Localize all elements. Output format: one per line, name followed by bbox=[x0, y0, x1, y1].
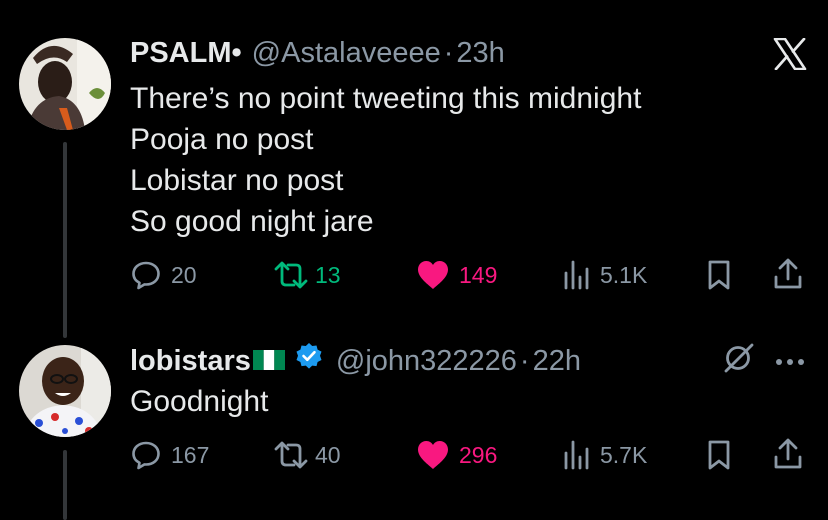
share-button[interactable] bbox=[772, 257, 804, 291]
share-button[interactable] bbox=[772, 437, 804, 471]
more-icon[interactable] bbox=[775, 353, 805, 371]
timestamp[interactable]: 22h bbox=[533, 345, 581, 378]
like-count: 296 bbox=[459, 441, 498, 468]
bookmark-icon bbox=[708, 260, 730, 290]
like-count: 149 bbox=[459, 261, 498, 288]
retweet-button[interactable]: 40 bbox=[273, 439, 341, 471]
views-icon bbox=[564, 440, 589, 470]
tweet-1-header: PSALM• @Astalaveeee · 23h bbox=[130, 37, 505, 70]
heart-icon bbox=[418, 441, 448, 469]
views-icon bbox=[564, 260, 589, 290]
x-logo-icon[interactable] bbox=[773, 37, 807, 75]
display-name[interactable]: PSALM• bbox=[130, 37, 242, 70]
views-button[interactable]: 5.7K bbox=[563, 439, 647, 471]
view-count: 5.1K bbox=[600, 261, 648, 288]
retweet-icon bbox=[274, 261, 308, 289]
separator: · bbox=[443, 37, 454, 69]
tweet-1-text: There’s no point tweeting this midnight … bbox=[130, 78, 641, 242]
reply-count: 20 bbox=[171, 261, 197, 288]
bookmark-icon bbox=[708, 440, 730, 470]
tweet-2-header: lobistars @john322226 · 22h bbox=[130, 342, 581, 378]
retweet-button[interactable]: 13 bbox=[273, 259, 341, 291]
heart-icon bbox=[418, 261, 448, 289]
tweet-line: There’s no point tweeting this midnight bbox=[130, 82, 642, 115]
reply-count: 167 bbox=[171, 441, 210, 468]
thread-line-top bbox=[63, 142, 67, 338]
tweet-line: So good night jare bbox=[130, 205, 374, 238]
view-count: 5.7K bbox=[600, 441, 648, 468]
avatar-psalm[interactable] bbox=[19, 38, 111, 130]
user-handle[interactable]: @john322226 bbox=[336, 345, 517, 378]
like-button[interactable]: 149 bbox=[416, 259, 497, 291]
timestamp[interactable]: 23h bbox=[456, 37, 504, 70]
tweet-1-actions: 20 13 149 5.1K bbox=[0, 255, 828, 295]
retweet-icon bbox=[274, 441, 308, 469]
separator: · bbox=[519, 345, 530, 377]
reply-icon bbox=[132, 261, 160, 290]
tweet-line: Lobistar no post bbox=[130, 164, 344, 197]
display-name[interactable]: lobistars bbox=[130, 345, 251, 378]
tweet-2-text: Goodnight bbox=[130, 381, 268, 422]
share-icon bbox=[774, 258, 802, 289]
tweet-line: Pooja no post bbox=[130, 123, 314, 156]
reply-icon bbox=[132, 441, 160, 470]
bookmark-button[interactable] bbox=[705, 439, 733, 471]
avatar-lobistars[interactable] bbox=[19, 345, 111, 437]
share-icon bbox=[774, 438, 802, 469]
grok-icon[interactable] bbox=[722, 342, 756, 379]
tweet-line: Goodnight bbox=[130, 385, 269, 418]
nigeria-flag-icon bbox=[252, 345, 285, 378]
tweet-2-actions: 167 40 296 5.7K bbox=[0, 435, 828, 475]
retweet-count: 40 bbox=[315, 441, 341, 468]
verified-badge-icon[interactable] bbox=[295, 342, 323, 378]
like-button[interactable]: 296 bbox=[416, 439, 497, 471]
reply-button[interactable]: 20 bbox=[130, 259, 197, 291]
views-button[interactable]: 5.1K bbox=[563, 259, 647, 291]
reply-button[interactable]: 167 bbox=[130, 439, 209, 471]
retweet-count: 13 bbox=[315, 261, 341, 288]
user-handle[interactable]: @Astalaveeee bbox=[252, 37, 441, 70]
bookmark-button[interactable] bbox=[705, 259, 733, 291]
